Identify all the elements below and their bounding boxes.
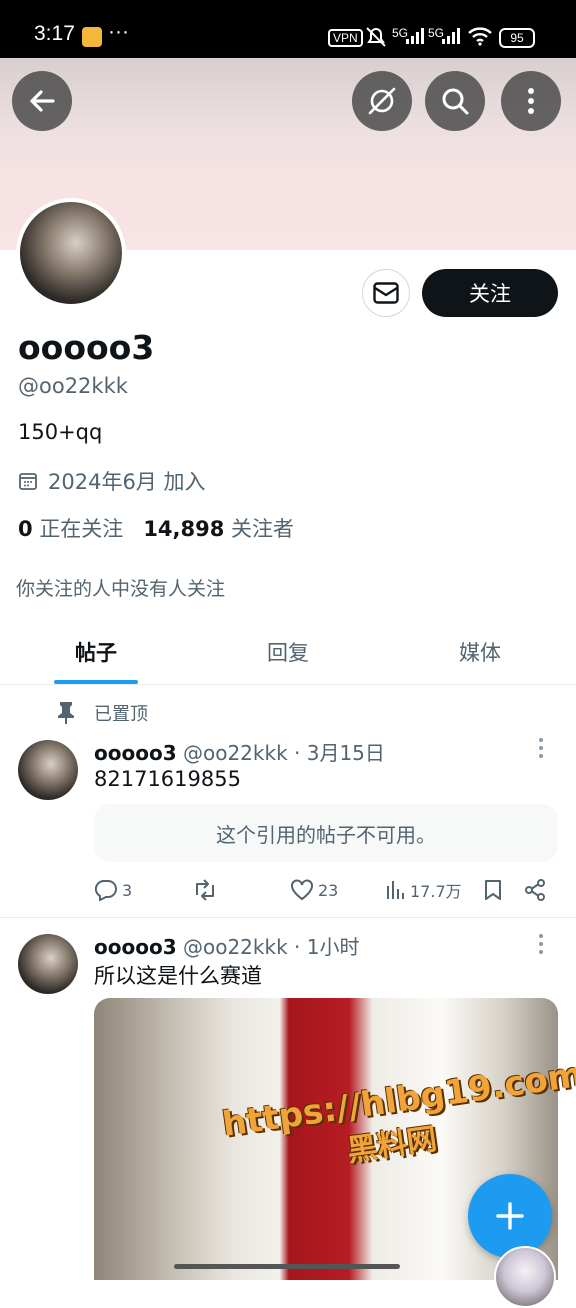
profile-handle: @oo22kkk: [18, 374, 128, 398]
reply-count: 3: [122, 880, 133, 900]
mute-icon: [364, 26, 388, 52]
account-avatar[interactable]: [494, 1246, 556, 1308]
reply-button[interactable]: 3: [94, 876, 132, 904]
mutual-followers-note: 你关注的人中没有人关注: [16, 578, 226, 600]
followers-count: 14,898: [143, 517, 225, 541]
following-count: 0: [18, 517, 33, 541]
profile-tabs: 帖子 回复 媒体: [0, 620, 576, 685]
back-arrow-icon: [30, 90, 55, 112]
profile-bio: 150+qq: [18, 420, 103, 444]
like-count: 23: [318, 880, 339, 900]
post-header: ooooo3 @oo22kkk · 1小时: [94, 931, 359, 960]
more-options-button[interactable]: [501, 71, 561, 131]
profile-name: ooooo3: [18, 328, 155, 367]
post-more-button[interactable]: [538, 933, 544, 961]
following-link[interactable]: 0 正在关注: [18, 517, 123, 541]
status-more-dots: ···: [108, 20, 129, 43]
vpn-badge: VPN: [328, 29, 363, 47]
tab-media[interactable]: 媒体: [384, 620, 576, 684]
views-button[interactable]: 17.7万: [386, 876, 462, 904]
repost-icon: [196, 879, 214, 901]
post-separator: ·: [294, 741, 301, 765]
post-text: 所以这是什么赛道: [94, 964, 262, 988]
more-vertical-icon: [528, 88, 534, 114]
heart-icon: [291, 879, 313, 901]
joined-date: 2024年6月 加入: [18, 466, 205, 496]
post-time: 3月15日: [306, 741, 385, 765]
post-author-handle: @oo22kkk: [182, 741, 288, 765]
repost-button[interactable]: [192, 876, 222, 904]
status-time: 3:17: [34, 22, 75, 45]
tab-replies[interactable]: 回复: [192, 620, 384, 684]
plus-icon: [496, 1202, 524, 1230]
status-bar: 3:17 ··· VPN 5G 5G 95: [0, 0, 576, 58]
post-author-handle: @oo22kkk: [182, 935, 288, 959]
grok-icon: [368, 87, 396, 115]
views-chart-icon: [387, 881, 404, 899]
quoted-post-unavailable: 这个引用的帖子不可用。: [94, 804, 558, 862]
pinned-indicator: 已置顶: [56, 700, 148, 726]
joined-text: 2024年6月 加入: [48, 470, 206, 494]
post-text: 82171619855: [94, 767, 241, 791]
signal-bars-icon-2: [442, 28, 460, 48]
pinned-label: 已置顶: [94, 704, 148, 725]
more-vertical-icon: [539, 934, 543, 954]
post-header: ooooo3 @oo22kkk · 3月15日: [94, 737, 385, 766]
post-time: 1小时: [306, 935, 360, 959]
post-author-name[interactable]: ooooo3: [94, 935, 177, 959]
more-vertical-icon: [539, 738, 543, 758]
signal-bars-icon: [406, 28, 424, 48]
compose-post-button[interactable]: [468, 1174, 552, 1258]
grok-button[interactable]: [352, 71, 412, 131]
like-button[interactable]: 23: [290, 876, 338, 904]
bookmark-button[interactable]: [484, 876, 502, 904]
active-tab-indicator: [54, 680, 138, 684]
follow-button[interactable]: 关注: [422, 269, 558, 317]
mail-icon: [373, 282, 399, 304]
home-indicator[interactable]: [174, 1264, 400, 1269]
back-button[interactable]: [12, 71, 72, 131]
pin-icon: [58, 702, 74, 724]
post-more-button[interactable]: [538, 737, 544, 765]
reply-icon: [94, 879, 117, 901]
share-button[interactable]: [524, 876, 546, 904]
search-button[interactable]: [425, 71, 485, 131]
followers-link[interactable]: 14,898 关注者: [143, 517, 294, 541]
follow-counts: 0 正在关注 14,898 关注者: [18, 513, 294, 543]
post-separator: ·: [294, 935, 301, 959]
battery-indicator: 95: [499, 28, 535, 48]
post-avatar[interactable]: [18, 740, 78, 800]
followers-label: 关注者: [231, 517, 295, 541]
post-author-name[interactable]: ooooo3: [94, 741, 177, 765]
post-avatar[interactable]: [18, 934, 78, 994]
bookmark-icon: [485, 880, 501, 900]
share-icon: [525, 879, 545, 901]
calendar-icon: [19, 473, 37, 490]
wifi-icon: [467, 26, 493, 50]
message-button[interactable]: [362, 269, 410, 317]
following-label: 正在关注: [39, 517, 124, 541]
view-count: 17.7万: [410, 882, 462, 901]
search-icon: [442, 88, 469, 115]
profile-avatar[interactable]: [16, 198, 126, 308]
post-divider: [0, 917, 576, 918]
notification-icon: [82, 27, 102, 47]
tab-posts[interactable]: 帖子: [0, 620, 192, 684]
